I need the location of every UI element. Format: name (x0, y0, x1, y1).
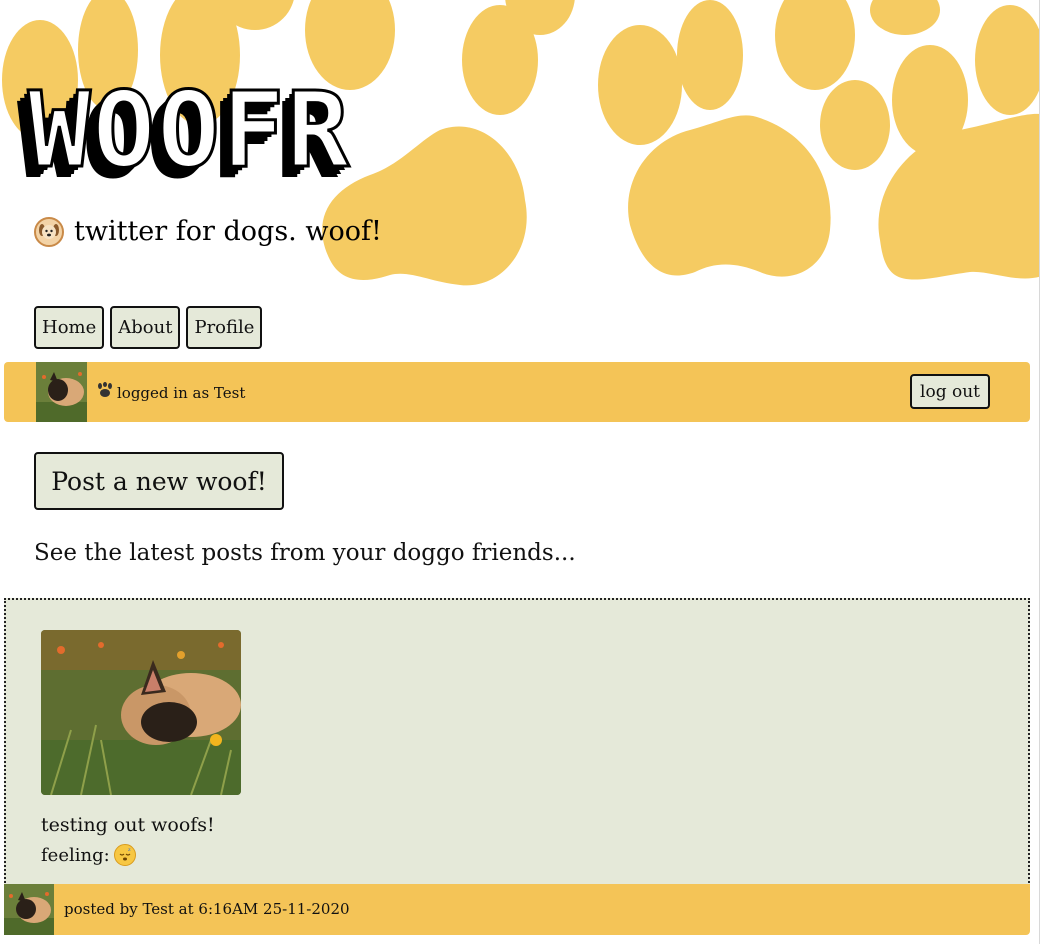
feeling-label: feeling: (41, 844, 110, 866)
logged-in-text: logged in as Test (117, 384, 246, 402)
header: WOOFR twitter for dogs. woof! (0, 0, 1040, 290)
main-nav: Home About Profile (34, 306, 263, 349)
post-feeling: feeling: z (41, 844, 136, 866)
nav-home-button[interactable]: Home (34, 306, 105, 349)
user-avatar (36, 362, 87, 422)
post-new-woof-button[interactable]: Post a new woof! (34, 452, 284, 510)
tagline-text: twitter for dogs. woof! (74, 216, 382, 247)
post-author-avatar (4, 884, 54, 935)
nav-profile-button[interactable]: Profile (186, 306, 263, 349)
nav-about-button[interactable]: About (110, 306, 181, 349)
logout-button[interactable]: log out (910, 374, 990, 409)
tagline: twitter for dogs. woof! (34, 216, 382, 247)
feed-intro: See the latest posts from your doggo fri… (34, 540, 576, 566)
post-image (41, 630, 241, 795)
post-meta: posted by Test at 6:16AM 25-11-2020 (64, 900, 350, 918)
page: WOOFR twitter for dogs. woof! Home About… (0, 0, 1040, 944)
svg-text:z: z (128, 847, 131, 853)
logo: WOOFR (26, 69, 352, 191)
logged-in-bar: logged in as Test log out (4, 362, 1030, 422)
post-card: testing out woofs! feeling: z (4, 598, 1030, 886)
dog-face-icon (34, 216, 64, 247)
post-text: testing out woofs! (41, 814, 215, 836)
post-footer: posted by Test at 6:16AM 25-11-2020 (4, 884, 1030, 935)
paw-icon (96, 382, 114, 402)
sleeping-face-icon: z (113, 844, 136, 866)
